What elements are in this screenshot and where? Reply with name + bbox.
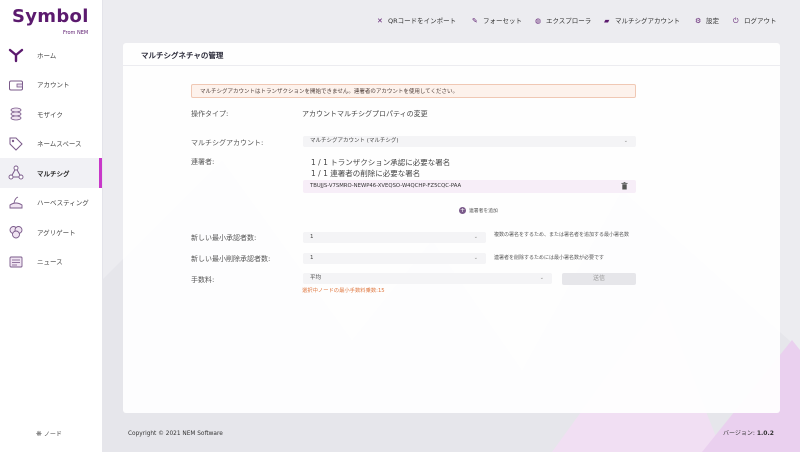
sidebar-item-namespace[interactable]: ネームスペース [0,129,102,159]
chevron-down-icon: ⌄ [473,234,478,240]
min-approval-select[interactable]: 1 ⌄ [303,232,486,243]
sidebar-item-account[interactable]: アカウント [0,70,102,100]
globe-icon: ◍ [535,17,542,25]
sidebar-item-mosaic[interactable]: モザイク [0,99,102,129]
tag-icon [9,137,23,151]
min-approval-value: 1 [310,234,314,240]
fee-select[interactable]: 平均 ⌄ [303,273,552,284]
sidebar-item-label: アグリゲート [37,228,76,237]
sidebar-item-label: ハーベスティング [37,199,89,208]
chevron-down-icon: ⌄ [539,275,544,281]
topbar: ✕ QRコードをインポート ✎ フォーセット ◍ エクスプローラ ▰ マルチシグアカウン… [102,0,800,40]
multisig-account-button[interactable]: ▰ マルチシグアカウント [604,15,680,25]
fee-value: 平均 [310,275,322,281]
cosigners-approval-info: 1 / 1 トランザクション承認に必要な署名 [311,158,451,167]
min-removal-label: 新しい最小削除承認者数: [191,255,271,263]
page-title: マルチシグネチャの管理 [141,51,224,60]
send-button[interactable]: 送信 [562,273,636,285]
min-removal-hint: 連署者を削除するためには最小署名数が必要です [494,255,605,261]
multisig-account-select[interactable]: マルチシグアカウント (マルチシグ) ⌄ [303,136,636,147]
chevron-down-icon: ⌄ [623,138,628,144]
sidebar-item-label: ホーム [37,51,57,60]
sidebar-item-harvesting[interactable]: ハーベスティング [0,188,102,218]
multisig-account-label: マルチシグアカウント: [191,139,264,147]
faucet-button[interactable]: ✎ フォーセット [472,15,522,25]
min-removal-value: 1 [310,255,314,261]
cosigner-row: TBUJJS-V7SMRO-NEWP46-XVEQSO-W4QCHP-FZ5CQ… [303,180,636,193]
logout-icon: ⏻ [733,17,739,25]
wallet-icon: ▰ [604,17,610,25]
sidebar-item-label: モザイク [37,110,63,119]
min-approval-hint: 複数の署名をするため、または署名者を追加する最小署名数 [494,232,630,238]
faucet-icon: ✎ [472,17,478,25]
fee-label: 手数料: [191,276,215,284]
home-icon [8,48,24,63]
coins-icon [10,107,22,121]
min-approval-label: 新しい最小承認者数: [191,234,257,242]
import-qr-button[interactable]: ✕ QRコードをインポート [377,15,456,25]
sidebar-item-multisig[interactable]: マルチシグ [0,158,102,188]
cosigners-removal-info: 1 / 1 連署者の削除に必要な署名 [311,169,421,178]
sidebar: Symbol From NEM ホーム アカウント モザイク ネームスペース マ… [0,0,103,452]
title-divider [123,65,780,66]
sidebar-item-label: アカウント [37,81,70,90]
sidebar-item-news[interactable]: ニュース [0,247,102,277]
sidebar-nav: ホーム アカウント モザイク ネームスペース マルチシグ ハーベスティング アグ… [0,40,102,276]
version-label: バージョン: [723,430,757,437]
trash-icon[interactable] [621,182,628,190]
logout-button[interactable]: ⏻ ログアウト [733,15,777,26]
copyright: Copyright © 2021 NEM Software [128,431,223,437]
sidebar-item-label: ネームスペース [37,140,82,149]
node-selector[interactable]: ❋ ノード [36,429,62,438]
aggregate-icon [9,226,23,239]
fee-multiplier-note: 選択中ノードの最小手数料乗数:15 [302,288,385,294]
node-icon: ❋ [36,430,42,438]
sidebar-item-label: マルチシグ [37,169,70,178]
plus-icon: + [459,207,466,214]
operation-type-label: 操作タイプ: [191,110,229,118]
node-label: ノード [43,431,62,438]
min-removal-select[interactable]: 1 ⌄ [303,253,486,264]
sidebar-item-aggregate[interactable]: アグリゲート [0,217,102,247]
add-cosigner-button[interactable]: + 連署者を追加 [459,207,498,214]
harvest-icon [9,196,23,208]
symbol-logo[interactable]: Symbol From NEM [12,6,89,36]
explorer-button[interactable]: ◍ エクスプローラ [535,15,591,25]
news-icon [9,256,23,267]
gear-icon: ⚙ [695,17,702,25]
logo-subtitle: From NEM [63,30,89,36]
version-value: 1.0.2 [756,430,774,437]
wallet-icon [9,80,23,90]
sidebar-item-label: ニュース [37,258,63,267]
multisig-account-value: マルチシグアカウント (マルチシグ) [310,138,399,144]
multisig-icon [8,165,24,180]
sidebar-item-home[interactable]: ホーム [0,40,102,70]
qr-icon: ✕ [377,17,383,25]
cosigners-label: 連署者: [191,158,215,166]
version-info: バージョン: 1.0.2 [723,428,774,437]
warning-alert: マルチシグアカウントはトランザクションを開始できません。連署者のアカウントを使用… [191,84,636,98]
cosigner-address: TBUJJS-V7SMRO-NEWP46-XVEQSO-W4QCHP-FZ5CQ… [310,183,462,189]
chevron-down-icon: ⌄ [473,255,478,261]
operation-type-value: アカウントマルチシグプロパティの変更 [302,110,428,118]
settings-button[interactable]: ⚙ 設定 [695,15,719,25]
logo-wordmark: Symbol [12,6,89,27]
